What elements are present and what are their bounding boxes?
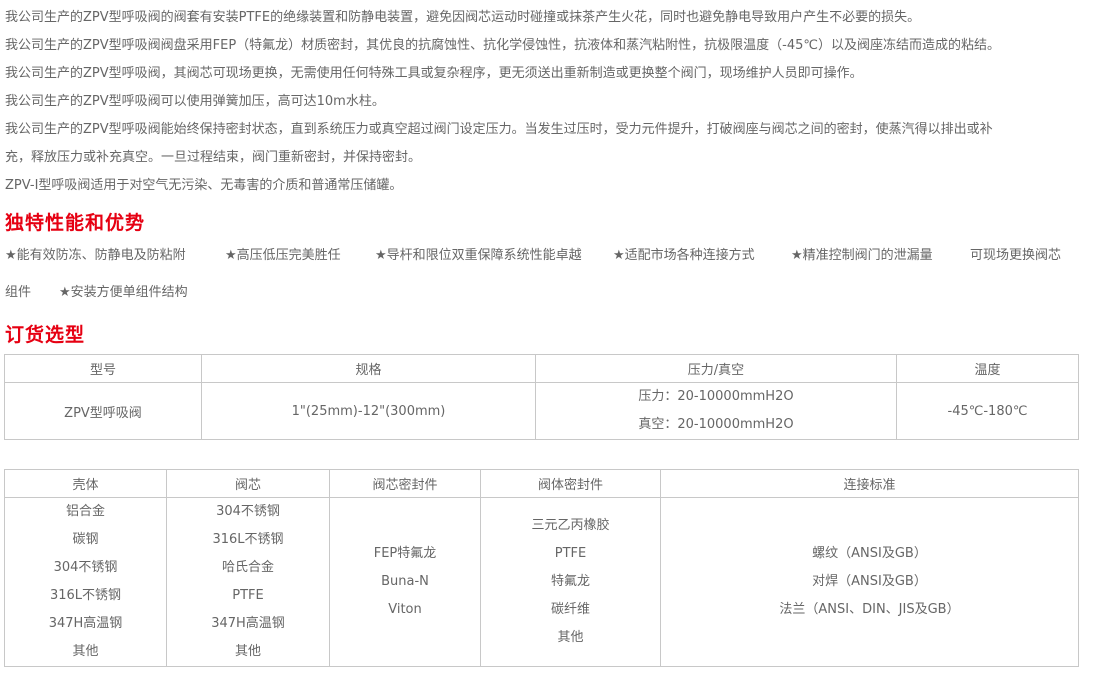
feature-item: 组件 [5,285,32,300]
list-item: 螺纹（ANSI及GB） [812,546,927,561]
cell-shell: 铝合金 碳钢 304不锈钢 316L不锈钢 347H高温钢 其他 [4,497,167,667]
materials-table: 壳体 阀芯 阀芯密封件 阀体密封件 连接标准 铝合金 碳钢 304不锈钢 316… [4,469,1079,667]
intro-paragraph-2: 我公司生产的ZPV型呼吸阀阀盘采用FEP（特氟龙）材质密封，其优良的抗腐蚀性、抗… [5,38,1001,53]
feature-item: ★导杆和限位双重保障系统性能卓越 [375,248,582,263]
spec-table: 型号 规格 压力/真空 温度 ZPV型呼吸阀 1"(25mm)-12"(300m… [4,354,1079,440]
feature-item: ★高压低压完美胜任 [225,248,341,263]
header-body-seal: 阀体密封件 [480,469,661,498]
list-item: 三元乙丙橡胶 [531,518,610,533]
header-pressure: 压力/真空 [535,354,897,383]
list-item: 哈氏合金 [221,560,274,575]
table-header-row: 壳体 阀芯 阀芯密封件 阀体密封件 连接标准 [4,469,1079,498]
list-item: 316L不锈钢 [212,532,284,547]
intro-paragraph-5: 我公司生产的ZPV型呼吸阀能始终保持密封状态，直到系统压力或真空超过阀门设定压力… [5,122,993,137]
list-item: 347H高温钢 [211,616,285,631]
list-item: 对焊（ANSI及GB） [812,574,927,589]
cell-spec: 1"(25mm)-12"(300mm) [201,382,536,440]
list-item: 碳纤维 [550,602,590,617]
cell-connection: 螺纹（ANSI及GB） 对焊（ANSI及GB） 法兰（ANSI、DIN、JIS及… [660,497,1079,667]
feature-item: 可现场更换阀芯 [970,248,1062,263]
cell-body-seal: 三元乙丙橡胶 PTFE 特氟龙 碳纤维 其他 [480,497,661,667]
header-spec: 规格 [201,354,536,383]
list-item: 法兰（ANSI、DIN、JIS及GB） [779,602,960,617]
intro-paragraph-1: 我公司生产的ZPV型呼吸阀的阀套有安装PTFE的绝缘装置和防静电装置，避免因阀芯… [5,10,921,25]
table-row: 铝合金 碳钢 304不锈钢 316L不锈钢 347H高温钢 其他 304不锈钢 … [4,497,1079,667]
list-item: Buna-N [381,574,429,589]
list-item: 304不锈钢 [216,504,280,519]
header-core: 阀芯 [166,469,330,498]
page: 我公司生产的ZPV型呼吸阀的阀套有安装PTFE的绝缘装置和防静电装置，避免因阀芯… [0,0,1094,677]
cell-pressure-vacuum: 压力：20-10000mmH2O 真空：20-10000mmH2O [535,382,897,440]
intro-paragraph-3: 我公司生产的ZPV型呼吸阀，其阀芯可现场更换，无需使用任何特殊工具或复杂程序，更… [5,66,863,81]
list-item: 304不锈钢 [53,560,118,575]
list-item: PTFE [232,588,264,603]
list-item: Viton [388,602,422,617]
intro-paragraph-4: 我公司生产的ZPV型呼吸阀可以使用弹簧加压，高可达10m水柱。 [5,94,385,109]
header-core-seal: 阀芯密封件 [329,469,481,498]
pressure-value: 压力：20-10000mmH2O [638,389,794,404]
list-item: 碳钢 [72,532,99,547]
cell-core: 304不锈钢 316L不锈钢 哈氏合金 PTFE 347H高温钢 其他 [166,497,330,667]
table-row: ZPV型呼吸阀 1"(25mm)-12"(300mm) 压力：20-10000m… [4,382,1079,440]
order-heading: 订货选型 [5,324,86,346]
header-temperature: 温度 [896,354,1079,383]
list-item: 特氟龙 [550,574,590,589]
cell-model: ZPV型呼吸阀 [4,382,202,440]
cell-core-seal: FEP特氟龙 Buna-N Viton [329,497,481,667]
features-heading: 独特性能和优势 [5,212,146,234]
feature-item: ★适配市场各种连接方式 [613,248,755,263]
intro-paragraph-6: ZPV-I型呼吸阀适用于对空气无污染、无毒害的介质和普通常压储罐。 [5,178,403,193]
list-item: FEP特氟龙 [373,546,437,561]
intro-paragraph-5-cont: 充，释放压力或补充真空。一旦过程结束，阀门重新密封，并保持密封。 [5,150,422,165]
feature-item: ★安装方便单组件结构 [59,285,188,300]
vacuum-value: 真空：20-10000mmH2O [638,417,794,432]
list-item: 347H高温钢 [48,616,123,631]
list-item: 铝合金 [65,504,105,519]
header-shell: 壳体 [4,469,167,498]
list-item: 其他 [557,630,584,645]
feature-item: ★能有效防冻、防静电及防粘附 [5,248,186,263]
list-item: 316L不锈钢 [49,588,122,603]
table-header-row: 型号 规格 压力/真空 温度 [4,354,1079,383]
list-item: 其他 [72,644,99,659]
header-model: 型号 [4,354,202,383]
feature-item: ★精准控制阀门的泄漏量 [791,248,933,263]
list-item: PTFE [554,546,587,561]
list-item: 其他 [234,644,261,659]
header-connection: 连接标准 [660,469,1079,498]
cell-temperature: -45℃-180℃ [896,382,1079,440]
